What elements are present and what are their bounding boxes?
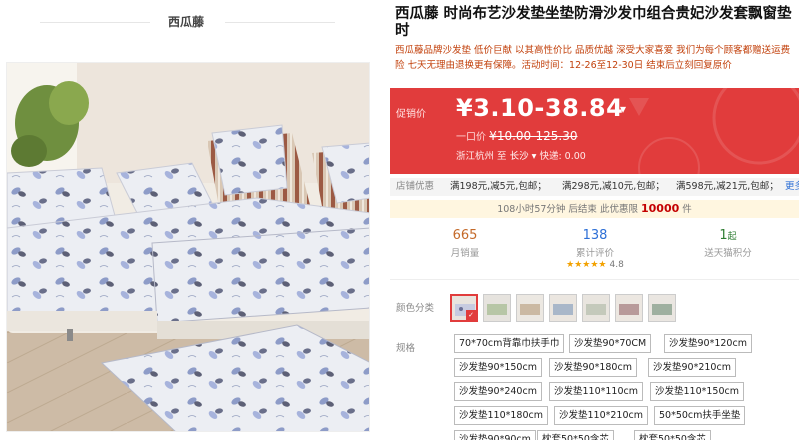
coupon-item[interactable]: 满298元,减10元,包邮； xyxy=(562,178,665,196)
shipping-info: 浙江杭州 至 长沙 ▾ 快递: 0.00 xyxy=(456,148,586,162)
promo-price: ¥3.10-38.84 xyxy=(456,94,624,122)
product-gallery: 西瓜藤 xyxy=(0,0,372,440)
sales-label: 月销量 xyxy=(450,248,480,259)
star-icon: ★★★★★ xyxy=(566,260,607,270)
reward-points: 1起 送天猫积分 xyxy=(673,228,783,259)
shop-promotions: 店铺优惠 满198元,减5元,包邮； 满298元,减10元,包邮； 满598元,… xyxy=(390,178,799,196)
color-swatch[interactable] xyxy=(516,294,544,322)
color-swatch[interactable] xyxy=(582,294,610,322)
spec-options: 70*70cm背靠巾扶手巾 沙发垫90*70CM 沙发垫90*120cm 沙发垫… xyxy=(450,334,799,440)
promo-price-label: 促销价 xyxy=(396,109,426,120)
original-price-label: 一口价 xyxy=(456,132,486,143)
rating-stars: ★★★★★ 4.8 xyxy=(540,260,650,270)
points-value: 1起 xyxy=(673,228,783,243)
review-label: 累计评价 xyxy=(575,248,614,259)
spec-option[interactable]: 沙发垫90*70CM xyxy=(569,334,652,353)
points-suffix: 起 xyxy=(727,232,737,242)
product-title: 西瓜藤 时尚布艺沙发垫坐垫防滑沙发巾组合贵妃沙发套飘窗垫时 xyxy=(395,6,792,39)
review-count[interactable]: 138 xyxy=(540,228,650,243)
color-swatch[interactable] xyxy=(549,294,577,322)
spec-option[interactable]: 沙发垫110*210cm xyxy=(554,406,648,425)
spec-option[interactable]: 沙发垫90*240cm xyxy=(454,382,542,401)
price-panel: 促销价 ¥3.10-38.84 ▾ 一口价 ¥10.00-125.30 浙江杭州… xyxy=(390,88,799,174)
color-swatch[interactable]: ✓ xyxy=(450,294,478,322)
color-label: 颜色分类 xyxy=(396,303,435,314)
coupon-item[interactable]: 满598元,减21元,包邮； xyxy=(676,178,779,196)
product-subtitle: 西瓜藤品牌沙发垫 低价巨献 以其高性价比 品质优越 深受大家喜爱 我们为每个顾客… xyxy=(395,45,791,71)
product-info: 西瓜藤 时尚布艺沙发垫坐垫防滑沙发巾组合贵妃沙发套飘窗垫时 西瓜藤品牌沙发垫 低… xyxy=(390,0,799,440)
spec-option[interactable]: 枕套50*50含芯 xyxy=(537,430,614,440)
ship-to-select[interactable]: 长沙 xyxy=(510,151,529,162)
brand-header: 西瓜藤 xyxy=(0,0,372,44)
spec-option[interactable]: 枕套50*50含芯 xyxy=(634,430,711,440)
points-number: 1 xyxy=(719,228,728,243)
spec-option[interactable]: 沙发垫90*120cm xyxy=(664,334,752,353)
more-coupons-link[interactable]: 更多 xyxy=(785,178,799,196)
spec-option[interactable]: 沙发垫110*150cm xyxy=(650,382,744,401)
checkmark-icon: ✓ xyxy=(466,310,476,320)
countdown-bar: 108小时57分钟 后结束 此优惠限 10000 件 xyxy=(390,200,799,218)
spec-option[interactable]: 70*70cm背靠巾扶手巾 xyxy=(454,334,565,353)
limit-count: 10000 xyxy=(640,202,680,215)
original-price: 一口价 ¥10.00-125.30 xyxy=(456,128,578,143)
spec-option[interactable]: 沙发垫110*180cm xyxy=(454,406,548,425)
sales-count: 665 xyxy=(452,228,478,243)
shipping-fee: 快递: 0.00 xyxy=(539,151,586,162)
color-swatch[interactable] xyxy=(648,294,676,322)
chevron-down-icon[interactable]: ▾ xyxy=(532,151,537,162)
rating-score: 4.8 xyxy=(609,260,624,270)
spec-option[interactable]: 沙发垫90*150cm xyxy=(454,358,542,377)
spec-option[interactable]: 沙发垫90*210cm xyxy=(648,358,736,377)
product-stats: 665 月销量 138 累计评价 ★★★★★ 4.8 1起 送天猫积分 xyxy=(390,224,799,280)
spec-option[interactable]: 沙发垫90*90cm xyxy=(454,430,536,440)
points-label: 送天猫积分 xyxy=(704,248,752,259)
monthly-sales: 665 月销量 xyxy=(410,228,520,259)
divider xyxy=(225,22,335,23)
shop-promo-label: 店铺优惠 xyxy=(396,181,435,192)
decoration-icon xyxy=(629,88,799,174)
review-summary[interactable]: 138 累计评价 ★★★★★ 4.8 xyxy=(540,228,650,270)
original-price-value: ¥10.00-125.30 xyxy=(489,129,578,143)
chevron-down-icon[interactable]: ▾ xyxy=(620,102,626,116)
spec-option[interactable]: 沙发垫110*110cm xyxy=(549,382,643,401)
color-swatches: ✓ xyxy=(450,294,790,324)
color-swatch[interactable] xyxy=(615,294,643,322)
ship-from: 浙江杭州 xyxy=(456,151,495,162)
spec-option[interactable]: 50*50cm扶手坐垫 xyxy=(654,406,746,425)
color-swatch[interactable] xyxy=(483,294,511,322)
main-product-image[interactable] xyxy=(6,62,370,432)
coupon-item[interactable]: 满198元,减5元,包邮； xyxy=(450,178,547,196)
limit-unit: 件 xyxy=(682,204,692,215)
spec-label: 规格 xyxy=(396,343,416,354)
spec-option[interactable]: 沙发垫90*180cm xyxy=(549,358,637,377)
countdown-text: 108小时57分钟 后结束 此优惠限 xyxy=(497,204,638,215)
ship-to-word: 至 xyxy=(497,151,507,162)
